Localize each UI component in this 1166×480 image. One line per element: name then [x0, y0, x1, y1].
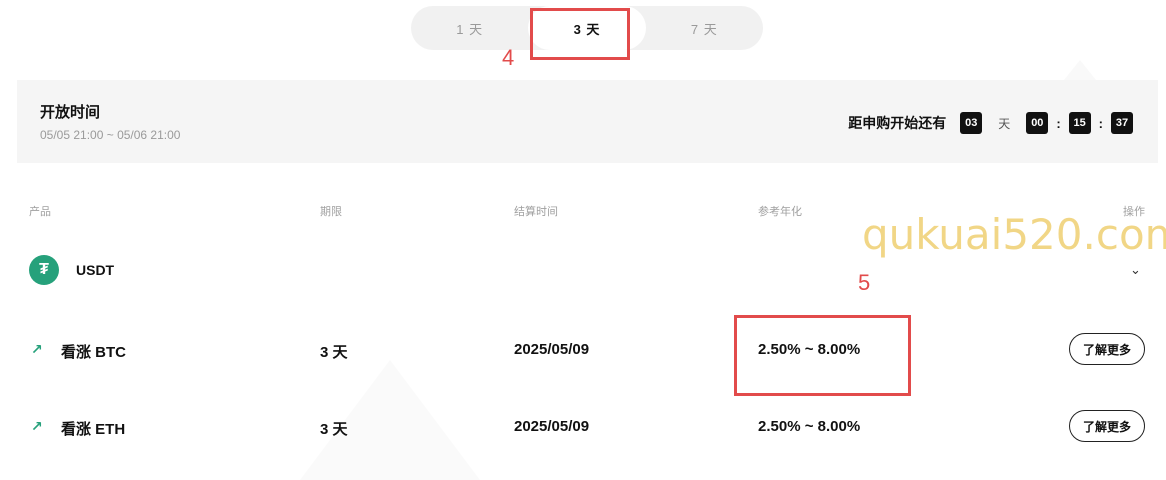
open-time-range: 05/05 21:00 ~ 05/06 21:00: [40, 128, 181, 142]
subscription-countdown: 距申购开始还有 03 天 00 : 15 : 37: [848, 112, 1133, 134]
countdown-minutes: 15: [1068, 112, 1091, 134]
open-time-title: 开放时间: [40, 104, 101, 121]
countdown-day-unit: 天: [998, 116, 1011, 131]
tab-7-days[interactable]: 7 天: [646, 6, 763, 50]
annotation-number-4: 4: [502, 45, 515, 70]
countdown-separator: :: [1056, 115, 1061, 131]
countdown-hours: 00: [1026, 112, 1049, 134]
product-apr: 2.50% ~ 8.00%: [758, 418, 861, 435]
product-name: 看涨 BTC: [61, 344, 126, 361]
watermark: qukuai520.com: [862, 210, 1166, 259]
learn-more-button[interactable]: 了解更多: [1069, 410, 1145, 442]
countdown-label: 距申购开始还有: [848, 115, 947, 131]
annotation-box-tab: [530, 8, 630, 60]
column-header-product: 产品: [29, 206, 51, 218]
countdown-seconds: 37: [1111, 112, 1133, 134]
product-term: 3 天: [320, 344, 348, 361]
column-header-apr: 参考年化: [758, 206, 802, 218]
tab-1-day[interactable]: 1 天: [411, 6, 528, 50]
column-header-term: 期限: [320, 206, 342, 218]
group-coin-name: USDT: [76, 262, 115, 278]
column-header-settle-time: 结算时间: [514, 206, 558, 218]
learn-more-button[interactable]: 了解更多: [1069, 333, 1145, 365]
arrow-up-right-icon: ↗: [31, 341, 43, 357]
countdown-separator: :: [1098, 115, 1103, 131]
product-settle-date: 2025/05/09: [514, 341, 590, 358]
open-time-panel: 开放时间 05/05 21:00 ~ 05/06 21:00 距申购开始还有 0…: [17, 80, 1158, 163]
product-name: 看涨 ETH: [61, 421, 126, 438]
tether-icon: ₮: [29, 255, 59, 285]
product-term: 3 天: [320, 421, 348, 438]
annotation-number-5: 5: [858, 270, 871, 295]
product-apr: 2.50% ~ 8.00%: [758, 341, 861, 358]
arrow-up-right-icon: ↗: [31, 418, 43, 434]
countdown-days: 03: [960, 112, 983, 134]
product-settle-date: 2025/05/09: [514, 418, 590, 435]
chevron-down-icon[interactable]: ⌄: [1130, 262, 1141, 278]
